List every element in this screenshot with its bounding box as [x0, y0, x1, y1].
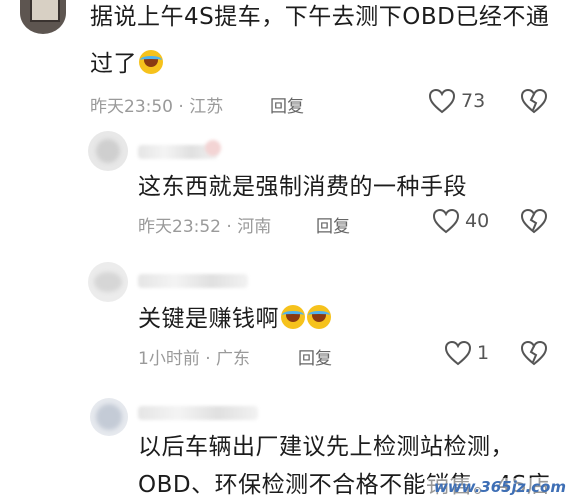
separator: ·: [178, 97, 184, 117]
blurred-username: [138, 406, 258, 420]
blurred-badge: [205, 140, 221, 156]
comment-meta: 昨天23:52 · 河南: [138, 212, 271, 237]
watermark: www.365jz.com: [433, 478, 566, 496]
heart-icon: [428, 88, 456, 114]
comment-text-line: 据说上午4S提车，下午去测下OBD已经不通: [90, 4, 550, 30]
dislike-button[interactable]: [520, 208, 548, 238]
laugh-cry-emoji: [307, 305, 331, 329]
laugh-cry-emoji: [139, 50, 163, 74]
comment-location: 江苏: [189, 97, 224, 117]
like-button[interactable]: 1: [444, 340, 489, 366]
heart-icon: [432, 208, 460, 234]
comment-text-segment: 过了: [90, 51, 137, 77]
blurred-username: [138, 274, 248, 288]
laugh-cry-emoji: [281, 305, 305, 329]
like-count: 1: [477, 342, 490, 364]
comment-location: 广东: [216, 349, 251, 369]
dislike-button[interactable]: [520, 340, 548, 370]
like-button[interactable]: 40: [432, 208, 489, 234]
comment-text-segment: 关键是赚钱啊: [138, 306, 279, 332]
comment-time: 1小时前: [138, 349, 200, 369]
heart-icon: [444, 340, 472, 366]
broken-heart-icon: [520, 88, 548, 114]
like-button[interactable]: 73: [428, 88, 485, 114]
comment-time: 昨天23:50: [90, 97, 173, 117]
comment-text-line: 这东西就是强制消费的一种手段: [138, 174, 467, 200]
reply-button[interactable]: 回复: [298, 344, 332, 369]
comment-location: 河南: [237, 217, 272, 237]
broken-heart-icon: [520, 208, 548, 234]
avatar[interactable]: [88, 262, 128, 302]
comment-time: 昨天23:52: [138, 217, 221, 237]
like-count: 73: [461, 90, 486, 112]
reply-button[interactable]: 回复: [316, 212, 350, 237]
like-count: 40: [465, 210, 490, 232]
comment-text-line: 关键是赚钱啊: [138, 302, 331, 336]
separator: ·: [226, 217, 232, 237]
avatar[interactable]: [90, 398, 128, 436]
broken-heart-icon: [520, 340, 548, 366]
avatar[interactable]: [20, 0, 66, 34]
separator: ·: [205, 349, 211, 369]
comment-meta: 昨天23:50 · 江苏: [90, 92, 223, 117]
dislike-button[interactable]: [520, 88, 548, 118]
comment-meta: 1小时前 · 广东: [138, 344, 250, 369]
avatar[interactable]: [88, 131, 128, 171]
comment-text-line: 以后车辆出厂建议先上检测站检测，: [138, 434, 514, 460]
reply-button[interactable]: 回复: [270, 92, 304, 117]
comment-text-line: 过了: [90, 47, 163, 81]
